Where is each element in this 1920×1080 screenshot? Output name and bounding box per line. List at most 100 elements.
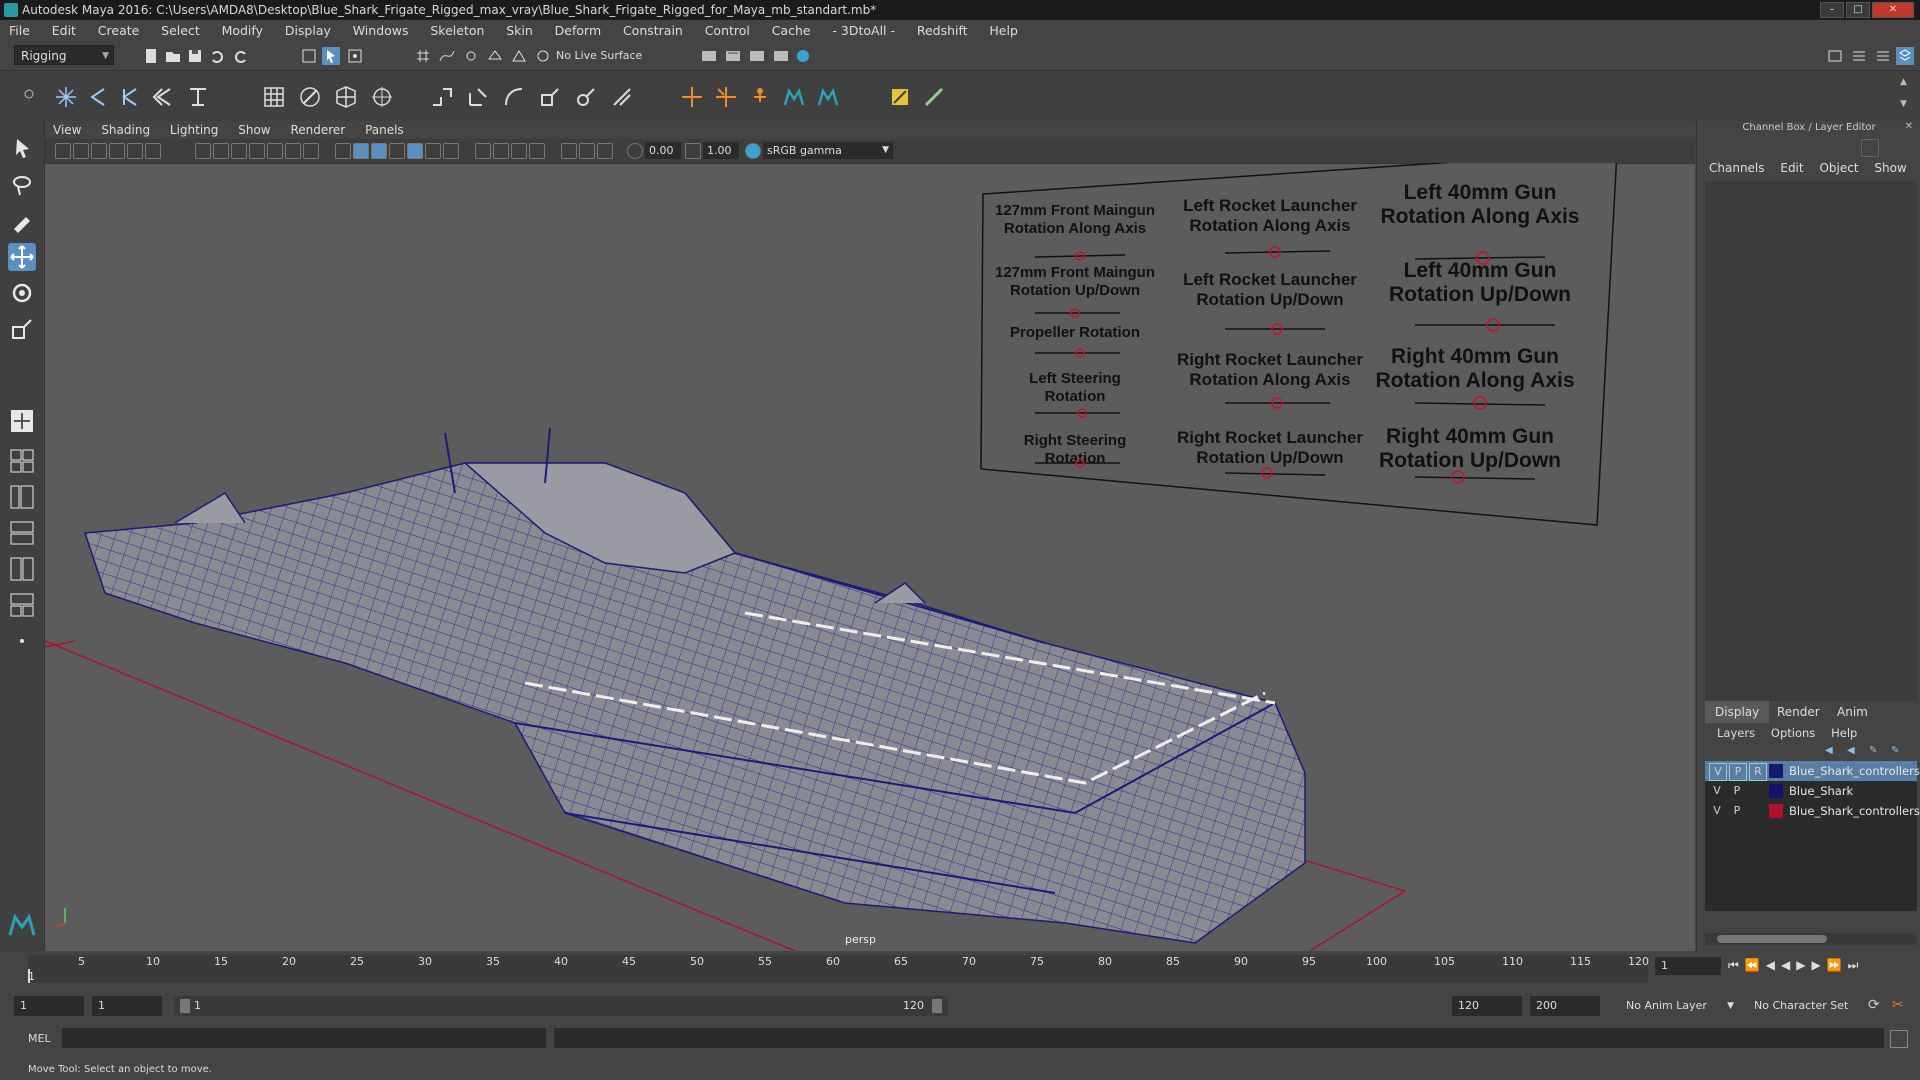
move-tool-icon[interactable]	[8, 243, 36, 271]
step-forward-key-icon[interactable]: ▶	[1811, 958, 1826, 972]
cluster-icon[interactable]	[370, 85, 394, 109]
new-layer-icon[interactable]: ✎	[1869, 745, 1877, 756]
ik-spline-icon[interactable]	[714, 85, 738, 109]
layer-row[interactable]: V P Blue_Shark_controllers	[1705, 801, 1920, 821]
gamma-icon[interactable]	[685, 143, 701, 159]
safe-title-icon[interactable]	[303, 143, 319, 159]
grease-pencil-icon[interactable]	[145, 143, 161, 159]
resolution-gate-icon[interactable]	[231, 143, 247, 159]
viewport-menu-show[interactable]: Show	[230, 121, 278, 139]
layer-playback-toggle[interactable]: P	[1729, 763, 1747, 781]
character-controls-icon[interactable]	[782, 85, 806, 109]
select-object-icon[interactable]	[322, 47, 340, 65]
viewport-menu-panels[interactable]: Panels	[357, 121, 412, 139]
scene-canvas[interactable]: 127mm Front Maingun Rotation Along Axis 1…	[45, 163, 1695, 951]
channel-box-menu-object[interactable]: Object	[1819, 161, 1858, 175]
layer-menu-layers[interactable]: Layers	[1717, 723, 1755, 743]
persp-graph-layout-icon[interactable]	[8, 519, 36, 547]
persp-outliner-layout-icon[interactable]	[8, 483, 36, 511]
field-chart-icon[interactable]	[267, 143, 283, 159]
tool-settings-icon[interactable]	[1874, 47, 1892, 65]
mirror-joint-icon[interactable]	[118, 85, 142, 109]
menu-constrain[interactable]: Constrain	[614, 20, 692, 42]
aim-constraint-icon[interactable]	[574, 85, 598, 109]
lasso-tool-icon[interactable]	[8, 171, 36, 199]
safe-action-icon[interactable]	[285, 143, 301, 159]
go-to-start-icon[interactable]: ⏮	[1728, 958, 1745, 972]
close-button[interactable]: ✕	[1872, 2, 1914, 18]
set-driven-key-icon[interactable]	[888, 85, 912, 109]
2d-pan-zoom-icon[interactable]	[127, 143, 143, 159]
play-forward-icon[interactable]: ▶	[1796, 958, 1811, 972]
layer-color-swatch[interactable]	[1769, 784, 1783, 798]
shelf-menu-icon[interactable]	[20, 85, 38, 103]
render-view-icon[interactable]	[700, 47, 718, 65]
x-ray-joints-icon[interactable]	[597, 143, 613, 159]
range-end-handle[interactable]	[932, 999, 942, 1013]
hypershade-persp-layout-icon[interactable]	[8, 555, 36, 583]
blend-shape-icon[interactable]	[922, 85, 946, 109]
layout-extra-icon[interactable]	[8, 627, 36, 655]
layer-list-scrollbar[interactable]	[1705, 933, 1917, 945]
film-gate-icon[interactable]	[213, 143, 229, 159]
open-scene-icon[interactable]	[164, 47, 182, 65]
viewport-menu-shading[interactable]: Shading	[93, 121, 158, 139]
step-forward-icon[interactable]: ⏩	[1827, 958, 1848, 972]
layer-row[interactable]: V P Blue_Shark	[1705, 781, 1917, 801]
viewport-menu-view[interactable]: View	[45, 121, 89, 139]
single-perspective-layout-icon[interactable]	[8, 407, 36, 435]
command-input[interactable]	[62, 1028, 546, 1048]
render-frame-icon[interactable]	[724, 47, 742, 65]
select-tool-icon[interactable]	[8, 135, 36, 163]
step-back-icon[interactable]: ⏪	[1745, 958, 1766, 972]
snap-curve-icon[interactable]	[438, 47, 456, 65]
x-ray-icon[interactable]	[561, 143, 577, 159]
script-editor-icon[interactable]	[1890, 1030, 1908, 1048]
step-back-key-icon[interactable]: ◀	[1766, 958, 1781, 972]
channel-box-settings-icon[interactable]	[1861, 139, 1879, 157]
playback-start-field[interactable]: 1	[92, 996, 162, 1016]
menu-create[interactable]: Create	[89, 20, 149, 42]
select-camera-icon[interactable]	[55, 143, 71, 159]
make-live-icon[interactable]	[534, 47, 552, 65]
parent-constraint-icon[interactable]	[430, 85, 454, 109]
menu-redshift[interactable]: Redshift	[908, 20, 977, 42]
redo-icon[interactable]	[232, 47, 250, 65]
bind-skin-icon[interactable]	[262, 85, 286, 109]
shelf-scroll-down-icon[interactable]: ▼	[1900, 99, 1907, 109]
menu-help[interactable]: Help	[980, 20, 1027, 42]
menu-edit[interactable]: Edit	[43, 20, 85, 42]
shelf-scroll-up-icon[interactable]: ▲	[1900, 77, 1907, 87]
character-set-dropdown[interactable]: No Character Set	[1748, 996, 1866, 1016]
channel-box-menu-channels[interactable]: Channels	[1709, 161, 1765, 175]
channel-list[interactable]	[1705, 181, 1917, 701]
animation-preferences-icon[interactable]: ✂	[1892, 997, 1904, 1013]
ssao-icon[interactable]	[443, 143, 459, 159]
range-slider[interactable]: 1 120	[174, 996, 948, 1016]
layer-menu-help[interactable]: Help	[1831, 723, 1857, 743]
motion-blur-icon[interactable]	[475, 143, 491, 159]
new-layer-selected-icon[interactable]: ✎	[1891, 745, 1899, 756]
orient-constraint-icon[interactable]	[502, 85, 526, 109]
locator-icon[interactable]	[680, 85, 704, 109]
menu-set-dropdown[interactable]: Rigging ▼	[14, 45, 114, 65]
layer-menu-options[interactable]: Options	[1771, 723, 1815, 743]
insert-joint-icon[interactable]	[86, 85, 110, 109]
view-transform-dropdown[interactable]: sRGB gamma ▼	[763, 142, 893, 159]
scale-constraint-icon[interactable]	[538, 85, 562, 109]
play-backward-icon[interactable]: ◀	[1781, 958, 1796, 972]
ship-model[interactable]	[83, 427, 1306, 944]
persp-uv-layout-icon[interactable]	[8, 591, 36, 619]
time-ruler[interactable]: 1 5 10 15 20 25 30 35 40 45 50 55 60 65 …	[28, 955, 1649, 983]
animation-start-field[interactable]: 1	[14, 996, 84, 1016]
camera-attributes-icon[interactable]	[73, 143, 89, 159]
pole-vector-icon[interactable]	[610, 85, 634, 109]
select-component-icon[interactable]	[346, 47, 364, 65]
rotate-tool-icon[interactable]	[8, 279, 36, 307]
layer-playback-toggle[interactable]: P	[1729, 783, 1745, 799]
channel-box-menu-show[interactable]: Show	[1874, 161, 1906, 175]
playback-end-field[interactable]: 120	[1452, 996, 1522, 1016]
current-time-indicator[interactable]	[28, 969, 30, 983]
grid-icon[interactable]	[195, 143, 211, 159]
channel-box-toggle-icon[interactable]	[1896, 47, 1914, 65]
